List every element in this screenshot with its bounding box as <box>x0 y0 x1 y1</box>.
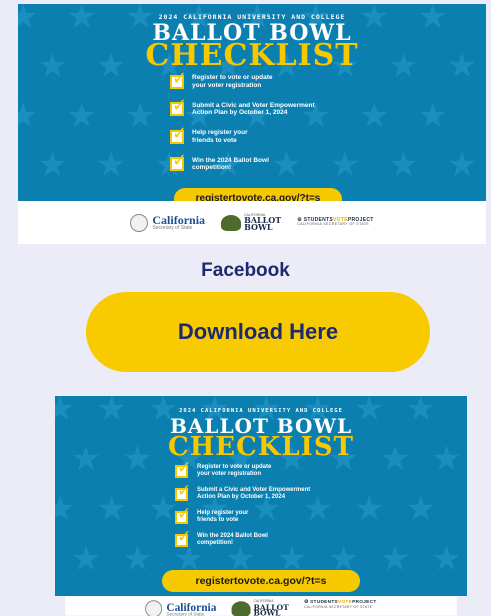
california-wordmark: California <box>166 599 217 614</box>
check-mark-icon: ✓ <box>177 503 192 524</box>
checklist-item-text: Help register your friends to vote <box>192 129 248 144</box>
check-mark-icon: ✓ <box>172 67 188 89</box>
checklist-item: ✓ Win the 2024 Ballot Bowl competition! <box>175 528 268 547</box>
check-mark-icon: ✓ <box>172 122 188 144</box>
checklist-item-text: Register to vote or update your voter re… <box>192 74 273 89</box>
check-mark-icon: ✓ <box>172 150 188 172</box>
poster-blue-panel: ★★★★★★★★★★★★★★★★★★★★★★★★★★★★★★★★ 2024 CA… <box>55 396 467 596</box>
checklist-poster-preview: ★ ★ ★ ★ ★ ★ ★ ★ ★ ★ ★ ★ ★ ★ ★ ★ ★ ★ ★ ★ ★ ★ ★ ★ ★ ★ ★ ★ ★ ★ ★ ★ 2024 CA… <box>55 396 467 616</box>
star-icon: ★ <box>431 540 462 578</box>
registration-url: registertovote.ca.gov/?t=s <box>162 570 360 592</box>
registration-url: registertovote.ca.gov/?t=s <box>174 188 342 201</box>
checklist-item: ✓ Help register your friends to vote <box>175 505 249 524</box>
star-icon: ★ <box>55 490 76 528</box>
star-icon: ★ <box>122 540 153 578</box>
poster-blue-panel: ★★★★★★★★★★★★★★★★★★★★★★★★★★★★★★★★ 2024 CA… <box>18 4 486 201</box>
checked-box-icon: ✓ <box>175 528 191 547</box>
check-mark-icon: ✓ <box>177 526 192 547</box>
secretary-of-state-text: Secretary of State <box>152 225 193 231</box>
checklist: ✓ Register to vote or update your voter r… <box>175 459 415 564</box>
checked-box-icon: ✓ <box>175 459 191 478</box>
star-icon: ★ <box>125 96 156 135</box>
check-mark-icon: ✓ <box>172 95 188 117</box>
trophy-icon <box>221 214 242 231</box>
star-icon: ★ <box>70 540 102 578</box>
checked-box-icon: ✓ <box>170 97 187 117</box>
students-vote-project-logo: ⚙ STUDENTSVOTEPROJECT CALIFORNIA SECRETA… <box>304 600 377 609</box>
poster-footer-logos: California Secretary of State CALIFORNIA… <box>18 201 486 244</box>
poster-title-line2: CHECKLIST <box>145 38 359 73</box>
checklist-item-text: Register to vote or update your voter re… <box>197 464 272 478</box>
checklist-item: ✓ Win the 2024 Ballot Bowl competition! <box>170 152 269 173</box>
secretary-of-state-text: Secretary of State <box>166 611 205 616</box>
checklist-item: ✓ Register to vote or update your voter r… <box>175 459 272 478</box>
checklist-item-text: Help register your friends to vote <box>197 510 249 524</box>
checklist-item-text: Submit a Civic and Voter Empowerment Act… <box>197 487 311 501</box>
checked-box-icon: ✓ <box>170 152 187 172</box>
checklist-item: ✓ Register to vote or update your voter r… <box>170 69 273 90</box>
checklist-item: ✓ Submit a Civic and Voter Empowerment Ac… <box>175 482 311 501</box>
star-icon: ★ <box>96 490 127 528</box>
download-here-button[interactable]: Download Here <box>86 292 430 372</box>
state-seal-icon <box>130 213 149 232</box>
trophy-icon <box>231 600 251 616</box>
checklist: ✓ Register to vote or update your voter r… <box>170 69 430 184</box>
checklist-item-text: Win the 2024 Ballot Bowl competition! <box>192 156 269 172</box>
star-icon: ★ <box>37 145 68 184</box>
star-icon: ★ <box>148 490 179 528</box>
facebook-label: Facebook <box>201 260 290 281</box>
poster-title-line2: CHECKLIST <box>168 432 354 462</box>
checklist-item-text: Win the 2024 Ballot Bowl competition! <box>197 533 268 547</box>
ballot-bowl-logo: CALIFORNIA BALLOT BOWL <box>231 600 289 616</box>
checked-box-icon: ✓ <box>175 482 191 501</box>
bowl-line2: BOWL <box>253 608 281 616</box>
ballot-bowl-logo: CALIFORNIA BALLOT BOWL <box>221 213 281 233</box>
star-icon: ★ <box>66 96 97 135</box>
star-icon: ★ <box>18 96 39 135</box>
ca-secretary-of-state-logo: California Secretary of State <box>145 600 216 616</box>
checked-box-icon: ✓ <box>170 124 187 144</box>
checked-box-icon: ✓ <box>175 505 191 524</box>
check-mark-icon: ✓ <box>177 457 192 478</box>
checklist-item: ✓ Submit a Civic and Voter Empowerment Ac… <box>170 97 315 118</box>
star-icon: ★ <box>446 145 478 184</box>
star-icon: ★ <box>95 145 127 184</box>
ca-secretary-of-state-logo: California Secretary of State <box>130 213 205 232</box>
bowl-line2: BOWL <box>244 222 273 233</box>
checklist-item: ✓ Help register your friends to vote <box>170 124 248 145</box>
checked-box-icon: ✓ <box>170 69 187 89</box>
poster-footer-logos: California Secretary of State CALIFORNIA… <box>65 596 457 616</box>
students-vote-project-logo: ⚙ STUDENTSVOTEPROJECT CALIFORNIA SECRETA… <box>297 217 373 227</box>
checklist-poster-facebook: ★★★★★★★★★★★★★★★★★★★★★★★★★★★★★★★★ 2024 CA… <box>18 4 486 244</box>
state-seal-icon <box>145 600 163 616</box>
svp-subtitle: CALIFORNIA SECRETARY OF STATE <box>297 222 370 227</box>
svp-subtitle: CALIFORNIA SECRETARY OF STATE <box>303 604 373 609</box>
check-mark-icon: ✓ <box>177 480 192 501</box>
checklist-item-text: Submit a Civic and Voter Empowerment Act… <box>192 101 315 117</box>
